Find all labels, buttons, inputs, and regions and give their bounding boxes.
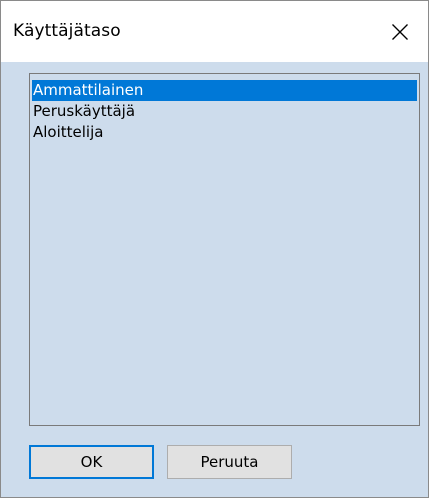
list-item-peruskayttaja[interactable]: Peruskäyttäjä [32, 101, 417, 122]
list-item-ammattilainen[interactable]: Ammattilainen [32, 80, 417, 101]
dialog-title: Käyttäjätaso [13, 21, 121, 41]
dialog-window: Käyttäjätaso Ammattilainen Peruskäyttäjä… [0, 0, 429, 498]
title-bar[interactable]: Käyttäjätaso [1, 1, 428, 62]
user-level-list[interactable]: Ammattilainen Peruskäyttäjä Aloittelija [29, 73, 420, 426]
close-icon [391, 23, 409, 41]
close-button[interactable] [372, 1, 428, 62]
ok-button[interactable]: OK [29, 445, 154, 479]
list-item-aloittelija[interactable]: Aloittelija [32, 122, 417, 143]
cancel-button[interactable]: Peruuta [167, 445, 292, 479]
